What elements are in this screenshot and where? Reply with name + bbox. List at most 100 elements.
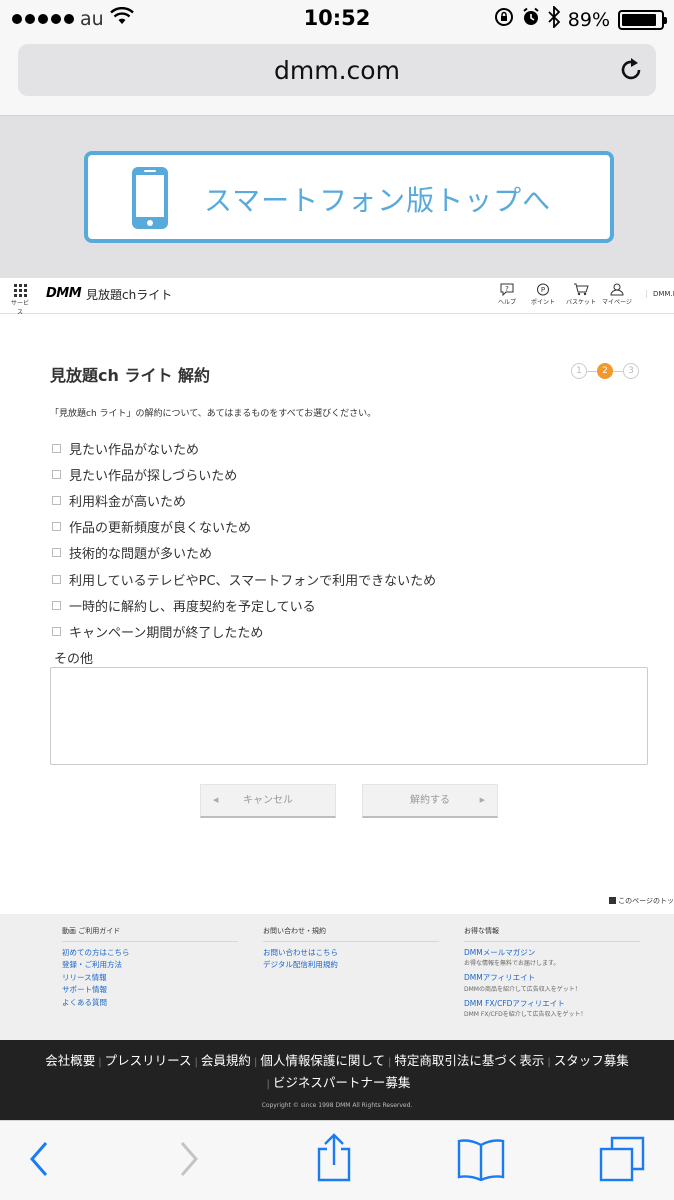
reason-label: 見たい作品がないため [69, 442, 200, 458]
dmm-r-link[interactable]: DMM.R [646, 290, 674, 298]
banner-text: スマートフォン版トップへ [204, 184, 552, 217]
basket-label: バスケット [565, 299, 596, 306]
bluetooth-icon [548, 4, 561, 33]
checkbox[interactable] [52, 522, 61, 532]
grid-icon [13, 284, 27, 297]
help-link[interactable]: ? ヘルプ [490, 283, 524, 306]
reason-option[interactable]: 見たい作品がないため [52, 435, 436, 461]
reason-option[interactable]: キャンペーン期間が終了したため [52, 618, 436, 644]
forward-button[interactable] [176, 1139, 202, 1183]
alarm-icon [522, 7, 540, 32]
help-icon: ? [500, 283, 514, 296]
checkbox[interactable] [52, 626, 61, 636]
corporate-link[interactable]: 会員規約 [201, 1053, 251, 1068]
back-button[interactable] [26, 1139, 52, 1183]
separator: | [194, 1057, 198, 1068]
checkbox[interactable] [52, 469, 61, 479]
reason-option[interactable]: 利用料金が高いため [52, 487, 436, 513]
other-textarea[interactable] [50, 667, 648, 765]
share-button[interactable] [312, 1133, 356, 1187]
footer-link[interactable]: お問い合わせはこちら [263, 947, 439, 959]
battery-icon [618, 9, 667, 30]
status-bar: au 10:52 89% [0, 0, 674, 38]
footer-link[interactable]: リリース情報 [62, 972, 238, 984]
reason-list: 見たい作品がないため 見たい作品が探しづらいため 利用料金が高いため 作品の更新… [52, 435, 436, 645]
battery-percent: 89% [567, 8, 610, 31]
reason-label: 見たい作品が探しづらいため [69, 468, 238, 484]
checkbox[interactable] [52, 600, 61, 610]
orientation-lock-icon [494, 7, 514, 32]
reason-label: キャンペーン期間が終了したため [69, 625, 264, 641]
reason-label: 技術的な問題が多いため [69, 547, 213, 563]
reason-label: 利用料金が高いため [69, 494, 187, 510]
svg-text:P: P [541, 286, 545, 294]
service-name[interactable]: 見放題chライト [86, 286, 172, 303]
page-top-label: このページのトッ [618, 897, 674, 905]
footer-link[interactable]: DMM FX/CFDアフィリエイト [464, 998, 640, 1010]
point-link[interactable]: P ポイント [526, 283, 560, 306]
corporate-link[interactable]: 特定商取引法に基づく表示 [394, 1053, 544, 1068]
dmm-logo[interactable]: DMM [46, 286, 82, 301]
intro-text: 「見放題ch ライト」の解約について、あてはまるものをすべてお選びください。 [50, 409, 377, 419]
reason-label: 利用しているテレビやPC、スマートフォンで利用できないため [69, 573, 437, 589]
footer-link[interactable]: デジタル配信利用規約 [263, 959, 439, 971]
cancel-button[interactable]: ◀ キャンセル [200, 784, 336, 818]
step-1: 1 [571, 363, 587, 379]
basket-link[interactable]: バスケット [564, 283, 598, 306]
separator: | [387, 1057, 392, 1068]
other-label: その他 [54, 652, 94, 667]
checkbox[interactable] [52, 548, 61, 558]
separator: | [547, 1057, 551, 1068]
submit-button-label: 解約する [410, 795, 450, 806]
reason-option[interactable]: 見たい作品が探しづらいため [52, 461, 436, 487]
copyright: Copyright © since 1998 DMM All Rights Re… [261, 1102, 413, 1109]
bookmarks-button[interactable] [456, 1137, 506, 1185]
footer-link[interactable]: DMMアフィリエイト [464, 972, 640, 984]
step-connector [587, 370, 597, 372]
reload-icon[interactable] [618, 56, 644, 88]
step-2-current: 2 [597, 363, 613, 379]
right-arrow-icon: ▶ [479, 796, 485, 804]
smartphone-icon [130, 165, 170, 235]
reason-option[interactable]: 利用しているテレビやPC、スマートフォンで利用できないため [52, 566, 436, 592]
smartphone-top-banner[interactable]: スマートフォン版トップへ [84, 151, 614, 243]
tabs-button[interactable] [598, 1135, 646, 1187]
submit-cancellation-button[interactable]: 解約する ▶ [362, 784, 498, 818]
user-icon [610, 283, 624, 296]
mypage-link[interactable]: マイページ [600, 283, 634, 306]
svg-text:?: ? [505, 285, 509, 293]
corporate-links: 会社概要 | プレスリリース | 会員規約 | 個人情報保護に関して | 特定商取引法に基づく表… [30, 1051, 644, 1095]
footer-link[interactable]: 初めての方はこちら [62, 947, 238, 959]
footer-link[interactable]: DMMメールマガジン [464, 947, 640, 959]
address-bar[interactable]: dmm.com [18, 44, 656, 96]
corporate-link[interactable]: 会社概要 [45, 1053, 95, 1068]
mypage-label: マイページ [602, 299, 632, 306]
corporate-link[interactable]: プレスリリース [105, 1053, 192, 1068]
footer-column-title: お得な情報 [464, 926, 640, 942]
reason-option[interactable]: 一時的に解約し、再度契約を予定している [52, 592, 436, 618]
reason-option[interactable]: 技術的な問題が多いため [52, 540, 436, 566]
checkbox[interactable] [52, 495, 61, 505]
reason-option[interactable]: 作品の更新頻度が良くないため [52, 514, 436, 540]
browser-toolbar [0, 1120, 674, 1200]
footer-deals-column: お得な情報 DMMメールマガジン お得な情報を無料でお届けします。 DMMアフィ… [464, 926, 640, 1023]
up-arrow-icon [609, 897, 617, 904]
reason-label: 一時的に解約し、再度契約を予定している [69, 599, 316, 615]
corporate-link[interactable]: ビジネスパートナー募集 [273, 1075, 411, 1090]
footer-link[interactable]: よくある質問 [62, 997, 238, 1009]
footer-link[interactable]: 登録・ご利用方法 [62, 959, 238, 971]
checkbox[interactable] [52, 443, 61, 453]
corporate-link[interactable]: スタッフ募集 [554, 1053, 629, 1068]
cancel-button-label: キャンセル [243, 795, 293, 806]
basket-icon [574, 283, 589, 296]
left-arrow-icon: ◀ [213, 796, 219, 804]
page-top-link[interactable]: このページのトッ [609, 896, 674, 906]
corporate-link[interactable]: 個人情報保護に関して [260, 1053, 385, 1068]
help-label: ヘルプ [497, 299, 516, 306]
separator: | [253, 1057, 258, 1068]
checkbox[interactable] [52, 574, 61, 584]
footer-note: DMMの商品を紹介して広告収入をゲット！ [464, 985, 581, 993]
footer-link[interactable]: サポート情報 [62, 984, 238, 996]
services-menu[interactable]: サービス [10, 284, 30, 316]
browser-address-area: dmm.com [0, 38, 674, 116]
